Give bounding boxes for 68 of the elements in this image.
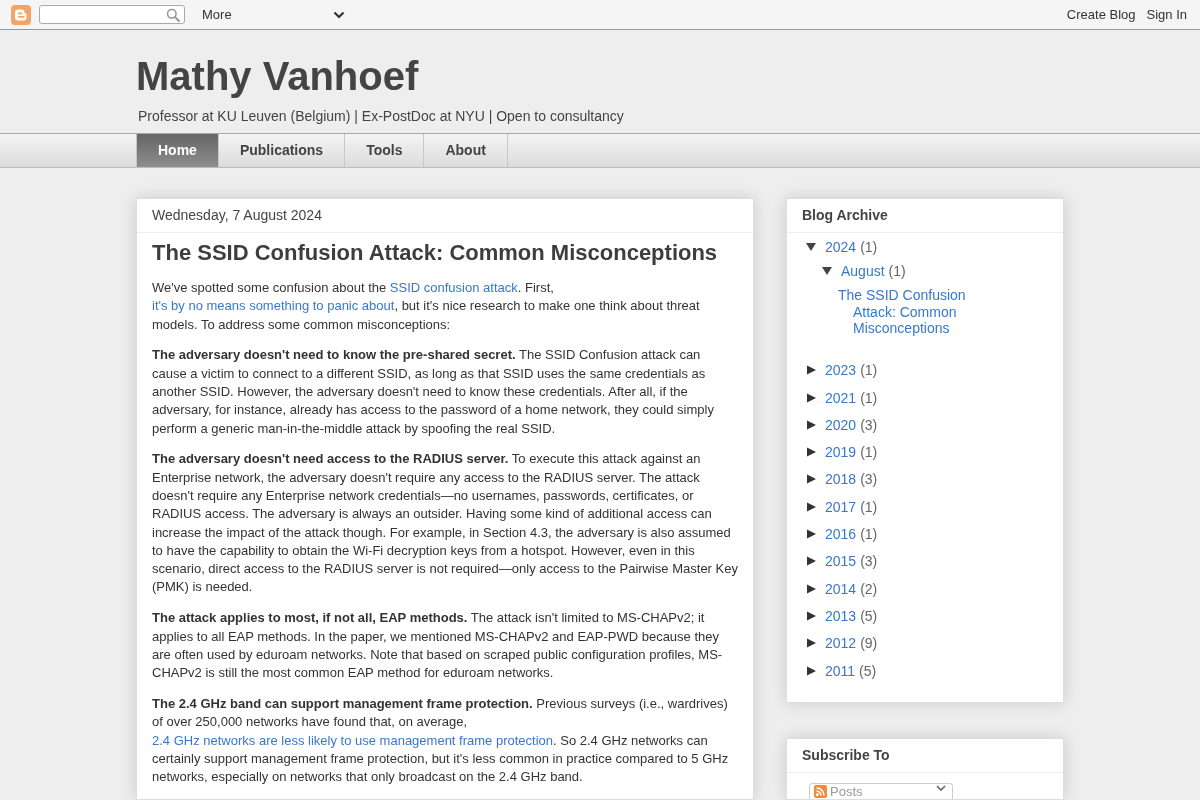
archive-link[interactable]: 2013 [825,605,857,626]
caret-down-icon[interactable] [805,242,817,252]
blog-title[interactable]: Mathy Vanhoef [136,53,1064,99]
caret-right-icon[interactable] [805,665,817,676]
post-count: (1) [860,443,878,463]
nav-tab[interactable]: Home [137,134,219,167]
caret-right-icon[interactable] [805,365,817,376]
post-count: (5) [859,661,877,681]
widget-title: Subscribe To [802,746,891,764]
caret-right-icon[interactable] [805,392,817,403]
post-paragraph: The 2.4 GHz band can support management frame protection. Previous surveys (i.e., wardrives) of over 250,000 networks have found that, on average, 2.4 GHz networks are less likely to use management frame protection. So 2.4 GHz networks can certainly support management frame protection, but it's less common in practice compared to 5 GHz networks, especially on networks that only broadcast on the 2.4 GHz band. [152,694,730,787]
caret-right-icon[interactable] [805,501,817,512]
blog-description: Professor at KU Leuven (Belgium) | Ex-PostDoc at NYU | Open to consultancy [138,108,625,125]
archive-link[interactable]: 2018 [825,469,857,490]
archive-post-link[interactable]: The SSID Confusion Attack: Common Misconceptions [838,287,988,337]
post-paragraph: The attack applies to most, if not all, EAP methods. The attack isn't limited to MS-CHAPv2; it applies to all EAP methods. In the paper, we mentioned MS-CHAPv2 and EAP-PWD because they are often used by eduroam networks. Note that based on scraped public configuration profiles, MS-CHAPv2 is still the most common EAP method for eduroam networks. [152,609,724,683]
post-paragraph: The adversary doesn't need access to the RADIUS server. To execute this attack against an Enterprise network, the adversary doesn't require any access to the RADIUS server. The attack doesn't require any Enterprise network credentials—no usernames, passwords, certificates, or RADIUS access. The adversary is always an outsider. Having some kind of additional access can increase the impact of the attack though. For example, in Section 4.3, the adversary is also assumed to have the capability to obtain the Wi-Fi decryption keys from a hotspot. However, even in this scenario, direct access to the RADIUS server is not required—only access to the Pairwise Master Key (PMK) is needed. [152,450,738,597]
nav-tab[interactable]: Tools [345,134,425,167]
post-count: (2) [860,579,878,599]
post-title[interactable]: The SSID Confusion Attack: Common Misconceptions [152,240,738,266]
caret-right-icon[interactable] [805,474,817,485]
post-count: (1) [860,525,878,545]
caret-right-icon[interactable] [805,447,817,458]
archive-link[interactable]: 2021 [825,387,857,408]
nav-tab[interactable]: About [424,134,508,167]
search-field[interactable] [39,5,185,24]
archive-link[interactable]: 2020 [825,414,857,435]
nav-tab[interactable]: Publications [218,134,346,167]
post-count: (1) [888,262,906,281]
archive-link[interactable]: 2012 [825,633,857,654]
archive-link[interactable]: 2019 [825,442,857,463]
caret-right-icon[interactable] [805,529,817,540]
post-link[interactable]: SSID confusion attack [389,280,518,295]
caret-down-icon[interactable] [821,266,833,276]
archive-link[interactable]: August [841,261,885,281]
post-count: (5) [860,606,878,626]
post-paragraph: We've spotted some confusion about the SSID confusion attack. First, it's by no means something to panic about, but it's nice research to make one think about threat models. To address some common misconceptions: [152,279,701,334]
archive-link[interactable]: 2023 [825,360,857,381]
more-dropdown[interactable]: More [202,3,345,26]
post-count: (3) [860,470,878,490]
post-count: (3) [860,415,878,435]
post-count: (1) [860,388,878,408]
archive-link[interactable]: 2011 [825,660,856,681]
post-paragraph: The adversary doesn't need to know the pre-shared secret. The SSID Confusion attack can cause a victim to connect to a different SSID, as long as that SSID uses the same credentials as another SSID. However, the adversary doesn't need to know these credentials. After all, if the adversary, for instance, already has access to the password of a home network, they could simply perform a generic man-in-the-middle attack by spoofing the real SSID. [152,346,715,438]
post-date: Wednesday, 7 August 2024 [152,207,323,224]
post-count: (1) [860,497,878,517]
chevron-down-icon[interactable] [936,784,946,792]
post-count: (1) [860,238,878,257]
navbar-link[interactable]: Sign In [1146,4,1187,25]
subscribe-dropdown[interactable]: Posts [809,782,953,799]
post-count: (9) [860,634,878,654]
caret-right-icon[interactable] [805,638,817,649]
post-count: (3) [860,552,878,572]
chevron-down-icon[interactable] [333,10,345,19]
archive-link[interactable]: 2015 [825,551,857,572]
archive-link[interactable]: 2016 [825,524,857,545]
search-icon[interactable] [166,7,180,22]
navbar-link[interactable]: Create Blog [1066,4,1136,25]
archive-link[interactable]: 2014 [825,578,857,599]
widget-title: Blog Archive [802,207,889,224]
archive-link[interactable]: 2017 [825,496,857,517]
caret-right-icon[interactable] [805,556,817,567]
post-link[interactable]: 2.4 GHz networks are less likely to use management frame protection [152,732,553,748]
archive-link[interactable]: 2024 [825,237,857,257]
caret-right-icon[interactable] [805,419,817,430]
post-count: (1) [860,361,878,381]
caret-right-icon[interactable] [805,583,817,594]
caret-right-icon[interactable] [805,610,817,621]
